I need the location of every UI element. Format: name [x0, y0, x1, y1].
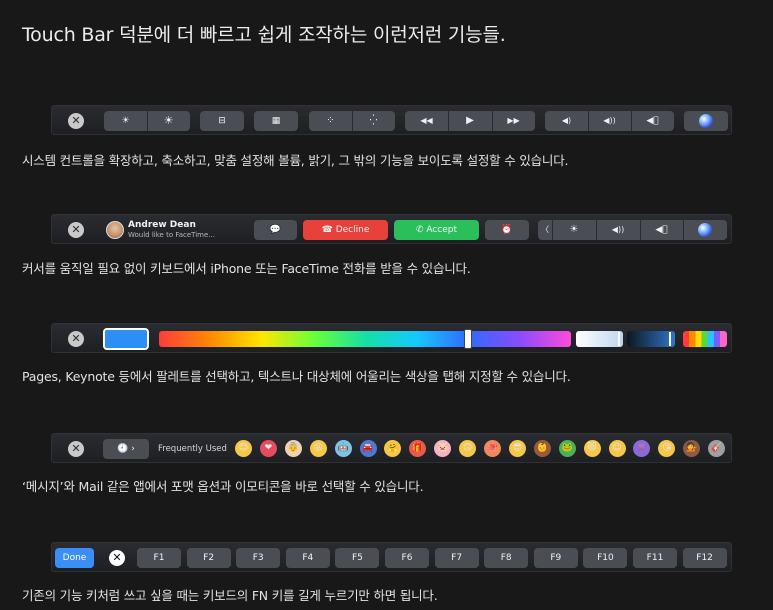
esc-close-icon[interactable]: ✕ [68, 113, 84, 129]
volume-up-icon[interactable]: ◀)) [588, 111, 631, 131]
control-strip-group: 〈 ☀ ◀)) ◀⃠ [538, 220, 727, 240]
light-shade-marker[interactable] [618, 332, 620, 346]
emoji-row: 😊 ❤ 👵 😜 🤖 🚘 🤗 🎁 🐷 🙃 🐙 😎 👶 🐸 😻 😉 👾 😘 💁 🎸 [52, 434, 731, 462]
accept-phone-icon: ✆ [415, 225, 424, 235]
function-key-f4[interactable]: F4 [285, 548, 330, 568]
esc-close-icon[interactable]: ✕ [68, 222, 84, 238]
caption-function-keys: 기존의 기능 키처럼 쓰고 싶을 때는 키보드의 FN 키를 길게 누르기만 하… [22, 588, 438, 603]
siri-icon[interactable] [698, 223, 712, 237]
emoji-button[interactable]: 😎 [508, 440, 526, 457]
collapse-chevron-icon[interactable]: 〈 [538, 220, 552, 240]
emoji-button[interactable]: 🙃 [459, 440, 477, 457]
emoji-button[interactable]: 😊 [235, 440, 252, 457]
emoji-button[interactable]: 💁 [683, 440, 701, 457]
emoji-button[interactable]: 🤖 [334, 440, 352, 457]
keyboard-light-down-icon[interactable]: ⁘ [309, 111, 352, 131]
function-key-f10[interactable]: F10 [583, 548, 628, 568]
emoji-button[interactable]: 🐸 [558, 440, 576, 457]
emoji-button[interactable]: 👶 [533, 440, 551, 457]
hue-spectrum-slider[interactable] [159, 331, 571, 347]
play-icon[interactable]: ▶ [448, 111, 492, 131]
mute-icon[interactable]: ◀⃠ [631, 111, 674, 131]
launchpad-icon[interactable]: ▦ [254, 111, 298, 131]
siri-button[interactable] [684, 111, 728, 131]
accept-button[interactable]: ✆ Accept [394, 220, 479, 240]
brightness-icon[interactable]: ☀ [552, 220, 596, 240]
function-key-row: F1 F2 F3 F4 F5 F6 F7 F8 F9 F10 F11 F12 [52, 543, 731, 571]
hue-slider-knob[interactable] [464, 329, 472, 349]
touch-bar-emoji: ✕ 🕘 › Frequently Used 😊 ❤ 👵 😜 🤖 🚘 🤗 🎁 🐷 🙃 🐙 😎 👶 🐸 😻 😉 👾 😘… [51, 433, 732, 463]
emoji-button[interactable]: 🐷 [434, 440, 452, 457]
emoji-button[interactable]: 🎸 [708, 440, 726, 457]
caller-avatar [106, 221, 124, 239]
remind-me-alarm-icon[interactable]: ⏰ [485, 220, 529, 240]
emoji-button[interactable]: 🐙 [484, 440, 501, 457]
emoji-button[interactable]: 😜 [309, 440, 327, 457]
mission-control-icon[interactable]: ⊟ [200, 111, 244, 131]
touch-bar-color-palette: ✕ [51, 323, 732, 353]
brightness-group: ☀ ☀ [104, 111, 190, 131]
function-key-f6[interactable]: F6 [385, 548, 429, 568]
volume-icon[interactable]: ◀)) [596, 220, 640, 240]
decline-button[interactable]: ☎ Decline [303, 220, 388, 240]
emoji-button[interactable]: 🎁 [409, 440, 427, 457]
caption-facetime: 커서를 움직일 필요 없이 키보드에서 iPhone 또는 FaceTime 전… [22, 261, 471, 276]
caption-color-palette: Pages, Keynote 등에서 팔레트를 선택하고, 텍스트나 대상체에 … [22, 369, 571, 384]
message-reply-icon[interactable]: 💬 [254, 220, 297, 240]
function-key-f5[interactable]: F5 [335, 548, 380, 568]
function-key-f12[interactable]: F12 [682, 548, 727, 568]
emoji-button[interactable]: 😘 [658, 440, 676, 457]
dark-shade-slider[interactable] [627, 331, 675, 347]
rewind-icon[interactable]: ◀◀ [405, 111, 448, 131]
emoji-button[interactable]: 👾 [633, 440, 651, 457]
esc-close-icon[interactable]: ✕ [68, 331, 84, 347]
touch-bar-facetime: ✕ Andrew Dean Would like to FaceTime... … [51, 214, 732, 244]
function-key-f11[interactable]: F11 [633, 548, 677, 568]
caller-status: Would like to FaceTime... [128, 231, 215, 239]
decline-label: Decline [335, 225, 370, 235]
siri-icon [699, 114, 713, 128]
palette-swatches-button[interactable] [683, 331, 727, 347]
fast-forward-icon[interactable]: ▶▶ [492, 111, 535, 131]
decline-phone-icon: ☎ [321, 225, 333, 235]
emoji-button[interactable]: 🚘 [359, 440, 377, 457]
function-key-f1[interactable]: F1 [137, 548, 181, 568]
page-title: Touch Bar 덕분에 더 빠르고 쉽게 조작하는 이런저런 기능들. [22, 24, 506, 46]
emoji-button[interactable]: 😉 [608, 440, 626, 457]
function-key-f7[interactable]: F7 [434, 548, 479, 568]
function-key-f3[interactable]: F3 [236, 548, 281, 568]
brightness-up-icon[interactable]: ☀ [147, 111, 190, 131]
accept-label: Accept [426, 225, 458, 235]
selected-color-swatch[interactable] [103, 328, 149, 350]
media-group: ◀◀ ▶ ▶▶ [405, 111, 535, 131]
light-shade-slider[interactable] [576, 331, 623, 347]
emoji-button[interactable]: ❤ [259, 440, 277, 457]
touch-bar-function-keys: Done ✕ F1 F2 F3 F4 F5 F6 F7 F8 F9 F10 F11 F12 [51, 542, 732, 572]
dark-shade-marker[interactable] [669, 332, 671, 346]
touch-bar-system-controls: ✕ ☀ ☀ ⊟ ▦ ⁘ ⁛ ◀◀ ▶ ▶▶ ◀) ◀)) ◀⃠ [51, 105, 732, 135]
caption-system-controls: 시스템 컨트롤을 확장하고, 축소하고, 맞춤 설정해 볼륨, 밝기, 그 밖의… [22, 153, 569, 168]
emoji-button[interactable]: 👵 [284, 440, 302, 457]
volume-group: ◀) ◀)) ◀⃠ [545, 111, 674, 131]
emoji-button[interactable]: 🤗 [384, 440, 402, 457]
mute-icon[interactable]: ◀⃠ [640, 220, 683, 240]
emoji-button[interactable]: 😻 [583, 440, 601, 457]
keyboard-light-up-icon[interactable]: ⁛ [352, 111, 395, 131]
function-key-f9[interactable]: F9 [533, 548, 578, 568]
caption-emoji: ‘메시지’와 Mail 같은 앱에서 포맷 옵션과 이모티콘을 바로 선택할 수… [22, 479, 424, 494]
keyboard-light-group: ⁘ ⁛ [309, 111, 395, 131]
caller-name: Andrew Dean [128, 220, 196, 230]
brightness-down-icon[interactable]: ☀ [104, 111, 147, 131]
volume-down-icon[interactable]: ◀) [545, 111, 588, 131]
function-key-f2[interactable]: F2 [186, 548, 231, 568]
function-key-f8[interactable]: F8 [484, 548, 529, 568]
